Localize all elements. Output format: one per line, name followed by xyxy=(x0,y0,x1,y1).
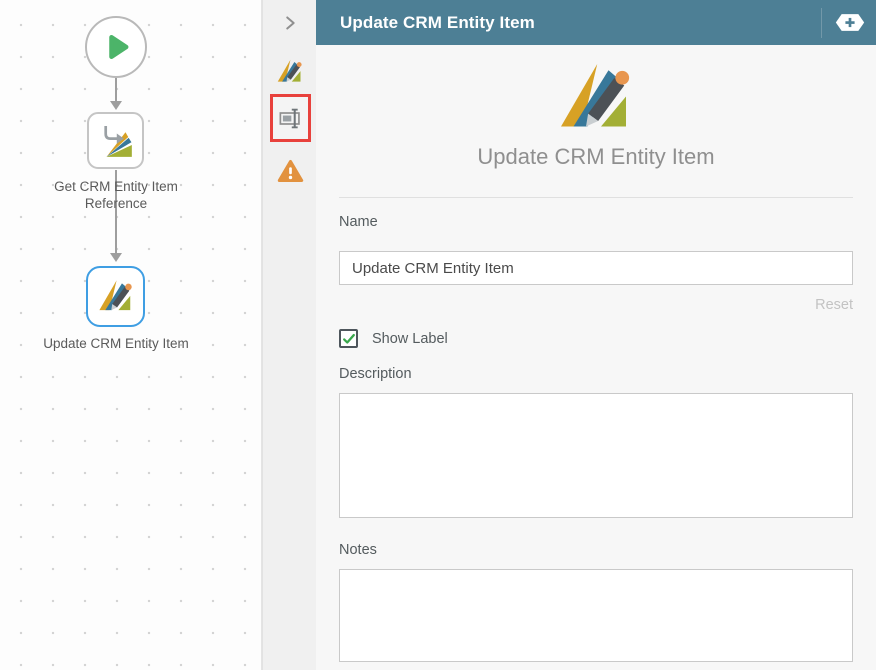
side-toolbar xyxy=(262,0,316,670)
description-textarea[interactable] xyxy=(339,393,853,518)
get-crm-entity-icon xyxy=(97,122,135,160)
update-crm-entity-icon xyxy=(97,278,135,316)
properties-panel-body: Update CRM Entity Item Name Reset Show L… xyxy=(316,45,876,670)
name-input[interactable] xyxy=(339,251,853,285)
update-crm-entity-icon-large xyxy=(556,59,636,139)
checkmark-icon xyxy=(342,332,356,346)
flow-canvas[interactable]: Get CRM Entity Item Reference Update CRM… xyxy=(0,0,262,670)
properties-panel: Update CRM Entity Item xyxy=(316,0,876,670)
notes-field-label: Notes xyxy=(339,541,853,559)
crm-step-icon xyxy=(276,58,304,86)
description-field-label: Description xyxy=(339,365,853,383)
start-node[interactable] xyxy=(85,16,147,78)
section-divider xyxy=(339,197,853,198)
header-divider xyxy=(821,8,822,38)
panel-header-title: Update CRM Entity Item xyxy=(340,13,821,33)
node-get-crm-entity-item-reference[interactable] xyxy=(87,112,144,169)
chevron-right-icon xyxy=(279,12,301,34)
show-label-checkbox[interactable] xyxy=(339,329,358,348)
flow-connector-arrow xyxy=(110,101,122,110)
play-icon xyxy=(98,29,134,65)
properties-panel-header: Update CRM Entity Item xyxy=(316,0,876,45)
notes-textarea[interactable] xyxy=(339,569,853,662)
reset-link[interactable]: Reset xyxy=(339,297,853,313)
node-update-crm-entity-item-selected[interactable] xyxy=(86,266,145,327)
flow-connector xyxy=(115,78,117,102)
rename-icon xyxy=(277,105,304,132)
collapse-panel-button[interactable] xyxy=(263,12,317,34)
node-label: Get CRM Entity Item Reference xyxy=(31,178,201,212)
add-data-button[interactable] xyxy=(832,8,868,38)
toolbar-warnings-tab[interactable] xyxy=(263,158,317,185)
node-label: Update CRM Entity Item xyxy=(41,335,191,352)
toolbar-step-info-tab[interactable] xyxy=(263,58,317,86)
warning-icon xyxy=(277,158,304,185)
name-field-label: Name xyxy=(339,213,853,231)
step-title: Update CRM Entity Item xyxy=(339,144,853,170)
rename-tab-highlight-box[interactable] xyxy=(270,94,311,142)
flow-connector-arrow xyxy=(110,253,122,262)
show-label-checkbox-label: Show Label xyxy=(372,331,448,347)
hexagon-plus-icon xyxy=(835,12,865,33)
